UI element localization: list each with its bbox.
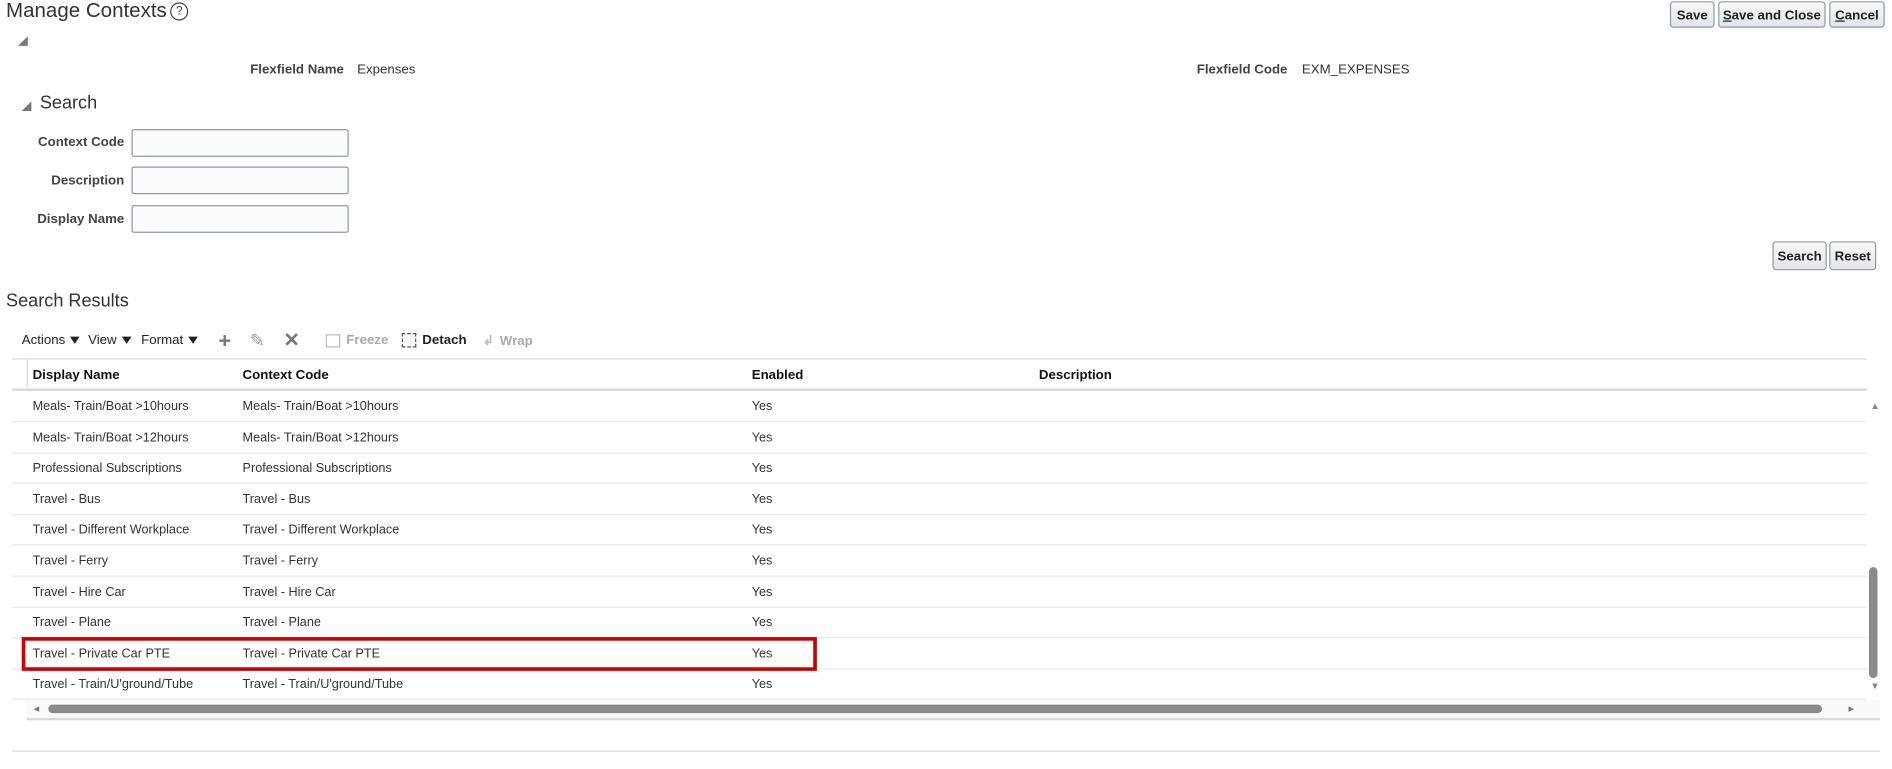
table-row[interactable]: Travel - Train/U'ground/Tube Travel - Tra… (12, 669, 1867, 701)
collapse-header-icon[interactable] (18, 36, 28, 46)
table-cell: Travel - Train/U'ground/Tube (32, 677, 194, 692)
collapse-search-icon[interactable] (21, 101, 32, 112)
footer-divider (12, 750, 1880, 752)
wrap-label: Wrap (499, 334, 533, 349)
column-header-context-code[interactable]: Context Code (243, 368, 329, 382)
save-close-label: ave and Close (1731, 8, 1821, 23)
scroll-up-icon[interactable]: ▲ (1870, 401, 1880, 412)
horizontal-scrollbar[interactable]: ◂ ▸ (26, 699, 1880, 721)
freeze-icon (325, 333, 341, 348)
description-input[interactable] (131, 166, 349, 195)
reset-button[interactable]: Reset (1829, 241, 1877, 271)
edit-pencil-icon[interactable]: ✎ (250, 329, 265, 352)
view-menu[interactable]: View (88, 333, 132, 348)
flexfield-name-label: Flexfield Name (250, 62, 344, 78)
table-cell: Yes (751, 522, 773, 538)
search-button[interactable]: Search (1772, 241, 1827, 271)
table-cell: Travel - Different Workplace (32, 522, 190, 538)
table-cell: Professional Subscriptions (242, 461, 392, 476)
help-icon[interactable]: ? (170, 2, 189, 21)
column-header-description[interactable]: Description (1039, 368, 1112, 382)
format-menu[interactable]: Format (141, 333, 198, 348)
table-cell: Travel - Ferry (32, 553, 109, 569)
table-cell: Travel - Plane (242, 615, 321, 631)
table-cell: Yes (751, 677, 773, 692)
freeze-label: Freeze (346, 333, 389, 348)
add-icon[interactable]: + (218, 328, 231, 353)
context-code-label: Context Code (38, 135, 125, 150)
table-row[interactable]: Meals- Train/Boat >12hours Meals- Train/B… (12, 422, 1867, 454)
table-cell: Travel - Train/U'ground/Tube (242, 677, 404, 692)
caret-down-icon (188, 336, 198, 344)
highlight-box (21, 637, 817, 671)
table-row[interactable]: Travel - Hire Car Travel - Hire Car Yes (12, 576, 1867, 608)
table-cell: Yes (751, 461, 773, 476)
detach-icon (401, 333, 417, 348)
column-header-display-name[interactable]: Display Name (33, 368, 120, 382)
table-cell: Yes (751, 492, 773, 507)
save-close-mnemonic: S (1722, 8, 1732, 23)
table-header: Display Name Context Code Enabled Descri… (12, 358, 1867, 391)
scroll-down-icon[interactable]: ▼ (1870, 681, 1880, 692)
table-cell: Travel - Different Workplace (242, 522, 400, 538)
table-cell: Travel - Hire Car (242, 584, 336, 600)
vertical-scrollbar[interactable]: ▲ ▼ (1867, 391, 1880, 697)
table-cell: Travel - Bus (32, 492, 101, 507)
table-cell: Travel - Ferry (242, 553, 319, 569)
detach-label: Detach (422, 333, 467, 348)
actions-menu[interactable]: Actions (21, 333, 80, 348)
flexfield-name-value: Expenses (357, 62, 416, 78)
context-code-input[interactable] (131, 129, 349, 157)
cancel-mnemonic: C (1835, 8, 1845, 23)
flexfield-code-value: EXM_EXPENSES (1301, 62, 1410, 78)
horizontal-scroll-thumb[interactable] (48, 704, 1822, 714)
cancel-button[interactable]: Cancel (1829, 1, 1885, 28)
column-header-enabled[interactable]: Enabled (752, 368, 804, 382)
view-label: View (88, 333, 117, 348)
caret-down-icon (121, 336, 132, 344)
table-cell: Travel - Bus (242, 492, 311, 507)
search-results-title: Search Results (6, 290, 129, 312)
table-cell: Yes (751, 430, 773, 445)
table-cell: Meals- Train/Boat >10hours (32, 399, 189, 414)
table-row[interactable]: Travel - Different Workplace Travel - Dif… (12, 514, 1867, 546)
table-cell: Meals- Train/Boat >10hours (242, 399, 399, 414)
detach-button[interactable]: Detach (401, 333, 467, 348)
actions-label: Actions (21, 333, 66, 348)
caret-down-icon (70, 336, 80, 344)
display-name-label: Display Name (37, 212, 125, 227)
table-cell: Meals- Train/Boat >12hours (32, 430, 189, 445)
vertical-scroll-thumb[interactable] (1869, 567, 1878, 679)
search-section-title: Search (39, 92, 98, 114)
delete-icon[interactable]: ✕ (284, 328, 300, 352)
table-cell: Yes (751, 584, 773, 600)
table-row[interactable]: Travel - Bus Travel - Bus Yes (12, 484, 1867, 515)
table-cell: Travel - Plane (32, 615, 111, 631)
table-row[interactable]: Meals- Train/Boat >10hours Meals- Train/B… (12, 391, 1867, 423)
save-and-close-button[interactable]: Save and Close (1718, 1, 1826, 28)
table-cell: Professional Subscriptions (32, 461, 182, 476)
table-row[interactable]: Professional Subscriptions Professional S… (12, 453, 1867, 485)
display-name-input[interactable] (131, 205, 349, 233)
table-cell: Yes (751, 553, 773, 569)
table-cell: Travel - Hire Car (32, 584, 126, 600)
wrap-icon: ↲ (482, 334, 494, 349)
save-button[interactable]: Save (1669, 1, 1715, 28)
scroll-left-icon[interactable]: ◂ (34, 702, 39, 715)
freeze-button[interactable]: Freeze (325, 333, 389, 348)
scroll-right-icon[interactable]: ▸ (1849, 702, 1854, 715)
description-label: Description (51, 173, 125, 189)
table-cell: Meals- Train/Boat >12hours (242, 430, 399, 445)
flexfield-code-label: Flexfield Code (1196, 62, 1288, 78)
table-cell: Yes (751, 615, 773, 631)
cancel-label: ancel (1844, 8, 1879, 23)
table-cell: Yes (751, 399, 773, 414)
format-label: Format (141, 333, 184, 348)
table-row[interactable]: Travel - Ferry Travel - Ferry Yes (12, 545, 1867, 577)
table-row[interactable]: Travel - Plane Travel - Plane Yes (12, 607, 1867, 639)
page-title: Manage Contexts (6, 0, 167, 22)
wrap-button[interactable]: ↲ Wrap (482, 333, 533, 349)
